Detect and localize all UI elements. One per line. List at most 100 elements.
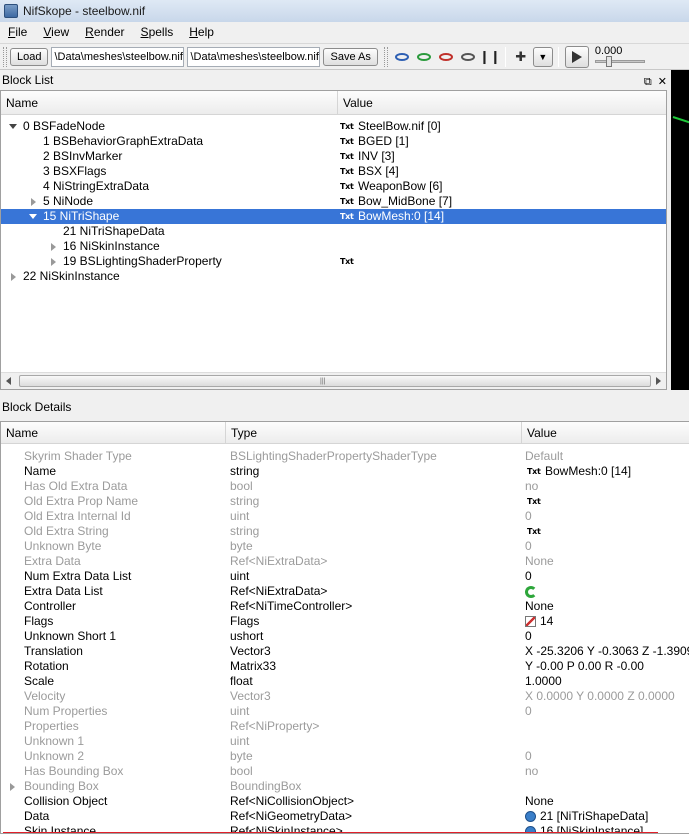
detail-row[interactable]: Unknown 1 uint xyxy=(1,734,689,749)
detail-row[interactable]: Rotation Matrix33 Y -0.00 P 0.00 R -0.00 xyxy=(1,659,689,674)
menu-spells[interactable]: Spells xyxy=(133,25,182,39)
toolbar-grip[interactable] xyxy=(383,46,388,67)
detail-row[interactable]: Num Properties uint 0 xyxy=(1,704,689,719)
column-header-value[interactable]: Value xyxy=(522,422,689,443)
load-button[interactable]: Load xyxy=(10,47,49,66)
float-icon[interactable]: ⧉ xyxy=(644,73,652,91)
detail-row[interactable]: Has Bounding Box bool no xyxy=(1,764,689,779)
tree-row[interactable]: 1 BSBehaviorGraphExtraData Txt BGED [1] xyxy=(1,134,666,149)
column-header-name[interactable]: Name xyxy=(1,422,226,443)
txt-icon: Txt xyxy=(340,182,354,191)
view-eye-gray-icon[interactable] xyxy=(458,47,478,67)
menu-bar: File View Render Spells Help xyxy=(0,22,689,42)
toolbar: Load \Data\meshes\steelbow.nif \Data\mes… xyxy=(0,43,689,70)
block-details-table[interactable]: Name Type Value Skyrim Shader Type BSLigh… xyxy=(0,421,689,834)
dropdown-arrow-icon[interactable]: ▼ xyxy=(532,46,553,67)
detail-row[interactable]: Old Extra Prop Name string Txt xyxy=(1,494,689,509)
block-details-title-bar: Block Details xyxy=(0,398,689,416)
close-icon[interactable]: ✕ xyxy=(658,73,667,91)
tree-row[interactable]: 21 NiTriShapeData xyxy=(1,224,666,239)
refresh-icon[interactable] xyxy=(525,585,537,598)
tree-row[interactable]: 19 BSLightingShaderProperty Txt xyxy=(1,254,666,269)
detail-row[interactable]: Translation Vector3 X -25.3206 Y -0.3063 Z… xyxy=(1,644,689,659)
render-viewport[interactable] xyxy=(671,70,689,390)
detail-row[interactable]: Scale float 1.0000 xyxy=(1,674,689,689)
column-header-value[interactable]: Value xyxy=(338,91,373,114)
collapsed-arrow-icon[interactable] xyxy=(10,783,15,791)
block-details-title: Block Details xyxy=(2,400,72,414)
txt-icon: Txt xyxy=(527,467,541,476)
txt-icon: Txt xyxy=(340,212,354,221)
detail-row[interactable]: Flags Flags 14 xyxy=(1,614,689,629)
time-slider[interactable]: 0.000 xyxy=(593,45,653,69)
toolbar-grip[interactable] xyxy=(3,46,7,67)
detail-row[interactable]: Has Old Extra Data bool no xyxy=(1,479,689,494)
detail-row[interactable]: Old Extra String string Txt xyxy=(1,524,689,539)
detail-row[interactable]: Skyrim Shader Type BSLightingShaderProper… xyxy=(1,449,689,464)
txt-icon: Txt xyxy=(527,497,541,506)
block-list-title-bar: Block List ⧉ ✕ xyxy=(0,71,671,89)
detail-row[interactable]: Unknown Byte byte 0 xyxy=(1,539,689,554)
block-list-title: Block List xyxy=(2,73,54,87)
footprints-icon[interactable]: ❙❙ xyxy=(479,47,501,67)
column-header-type[interactable]: Type xyxy=(226,422,522,443)
menu-file[interactable]: File xyxy=(0,25,35,39)
tree-row[interactable]: 22 NiSkinInstance xyxy=(1,269,666,284)
view-eye-green-icon[interactable] xyxy=(414,47,434,67)
tree-row[interactable]: 16 NiSkinInstance xyxy=(1,239,666,254)
column-header-name[interactable]: Name xyxy=(1,91,338,114)
collapsed-arrow-icon[interactable] xyxy=(11,273,16,281)
collapsed-arrow-icon[interactable] xyxy=(31,198,36,206)
tree-row[interactable]: 4 NiStringExtraData Txt WeaponBow [6] xyxy=(1,179,666,194)
detail-row[interactable]: Bounding Box BoundingBox xyxy=(1,779,689,794)
scrollbar-thumb[interactable]: ||| xyxy=(19,375,651,387)
scroll-right-icon[interactable] xyxy=(656,377,661,385)
toolbar-separator xyxy=(504,46,506,67)
detail-row[interactable]: Name string Txt BowMesh:0 [14] xyxy=(1,464,689,479)
expanded-arrow-icon[interactable] xyxy=(29,214,37,219)
save-as-button[interactable]: Save As xyxy=(323,47,378,66)
detail-row[interactable]: Unknown 2 byte 0 xyxy=(1,749,689,764)
tree-row[interactable]: 0 BSFadeNode Txt SteelBow.nif [0] xyxy=(1,119,666,134)
detail-row[interactable]: Collision Object Ref<NiCollisionObject> No… xyxy=(1,794,689,809)
block-list-tree[interactable]: Name Value 0 BSFadeNode Txt SteelBow.nif … xyxy=(0,90,667,390)
txt-icon: Txt xyxy=(527,527,541,536)
detail-row[interactable]: Velocity Vector3 X 0.0000 Y 0.0000 Z 0.000… xyxy=(1,689,689,704)
detail-row[interactable]: Num Extra Data List uint 0 xyxy=(1,569,689,584)
view-eye-blue-icon[interactable] xyxy=(392,47,412,67)
tree-row[interactable]: 3 BSXFlags Txt BSX [4] xyxy=(1,164,666,179)
time-slider-track[interactable] xyxy=(594,59,645,63)
detail-row[interactable]: Extra Data Ref<NiExtraData> None xyxy=(1,554,689,569)
collapsed-arrow-icon[interactable] xyxy=(51,258,56,266)
txt-icon: Txt xyxy=(340,122,354,131)
block-list-header: Name Value xyxy=(1,91,666,115)
menu-render[interactable]: Render xyxy=(77,25,132,39)
detail-row[interactable]: Unknown Short 1 ushort 0 xyxy=(1,629,689,644)
axis-icon[interactable]: ✚ xyxy=(511,47,531,67)
txt-icon: Txt xyxy=(340,137,354,146)
load-path-field[interactable]: \Data\meshes\steelbow.nif xyxy=(51,46,185,67)
detail-row[interactable]: Extra Data List Ref<NiExtraData> xyxy=(1,584,689,599)
tree-row[interactable]: 2 BSInvMarker Txt INV [3] xyxy=(1,149,666,164)
txt-icon: Txt xyxy=(340,152,354,161)
collapsed-arrow-icon[interactable] xyxy=(51,243,56,251)
time-slider-thumb[interactable] xyxy=(605,55,612,67)
detail-row[interactable]: Data Ref<NiGeometryData> 21 [NiTriShapeDat… xyxy=(1,809,689,824)
detail-row[interactable]: Old Extra Internal Id uint 0 xyxy=(1,509,689,524)
scroll-left-icon[interactable] xyxy=(6,377,11,385)
play-button[interactable] xyxy=(564,45,589,68)
menu-help[interactable]: Help xyxy=(181,25,222,39)
tree-row-selected[interactable]: 15 NiTriShape Txt BowMesh:0 [14] xyxy=(1,209,666,224)
detail-row[interactable]: Controller Ref<NiTimeController> None xyxy=(1,599,689,614)
save-path-field[interactable]: \Data\meshes\steelbow.nif xyxy=(187,46,321,67)
window-title: NifSkope - steelbow.nif xyxy=(23,4,146,18)
link-icon[interactable] xyxy=(525,811,536,822)
flag-icon[interactable] xyxy=(525,616,536,627)
dock-splitter[interactable] xyxy=(0,391,689,397)
horizontal-scrollbar[interactable]: ||| xyxy=(1,372,666,389)
menu-view[interactable]: View xyxy=(35,25,77,39)
tree-row[interactable]: 5 NiNode Txt Bow_MidBone [7] xyxy=(1,194,666,209)
view-eye-red-icon[interactable] xyxy=(436,47,456,67)
detail-row[interactable]: Properties Ref<NiProperty> xyxy=(1,719,689,734)
expanded-arrow-icon[interactable] xyxy=(9,124,17,129)
